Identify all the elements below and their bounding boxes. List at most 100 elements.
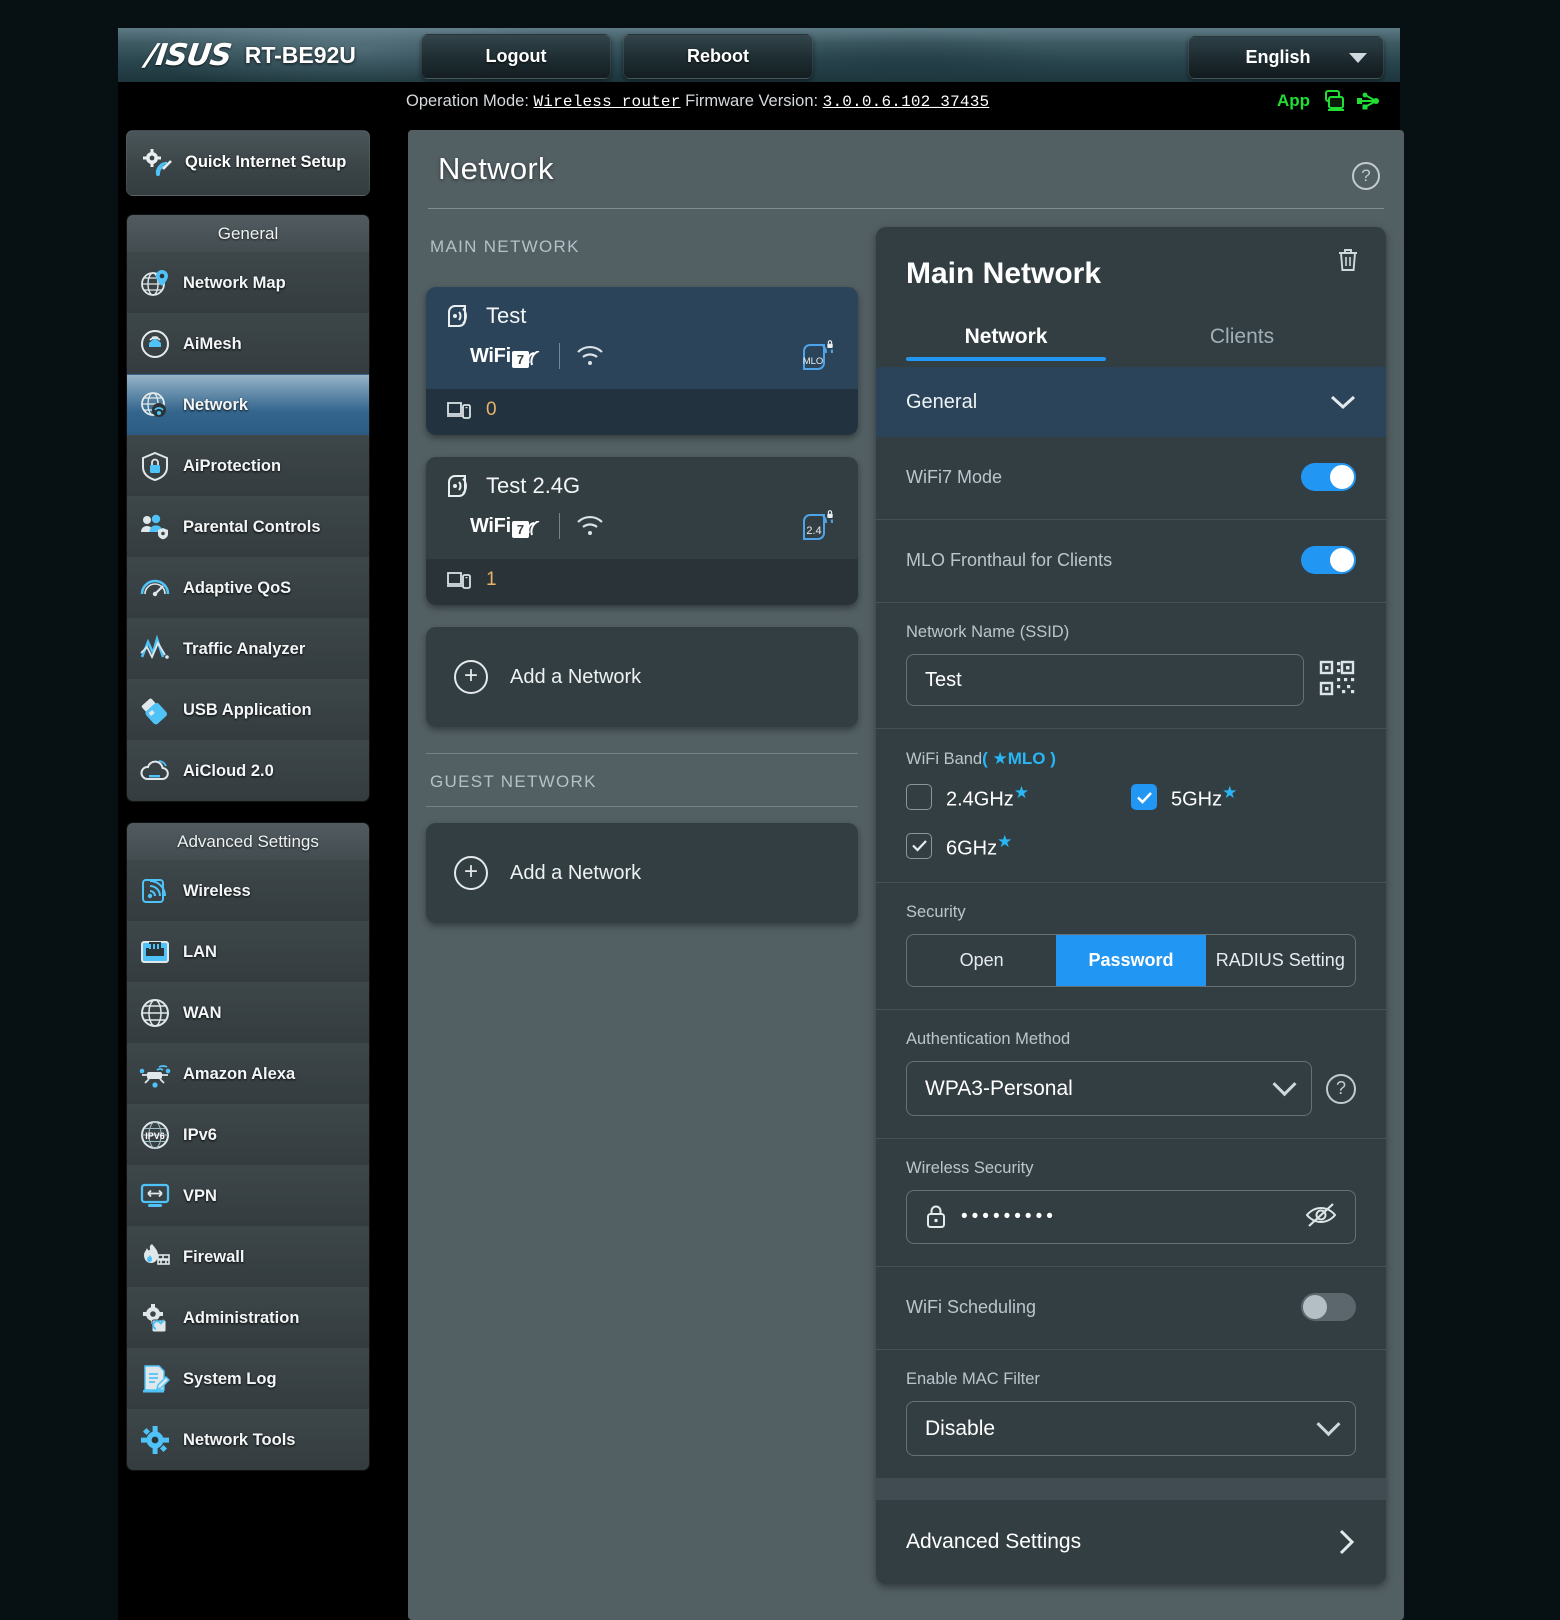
router-admin-page: /ISUS RT-BE92U Logout Reboot English Ope…: [0, 0, 1560, 1620]
ipv6-icon: IPV6: [141, 1121, 169, 1149]
sidebar-item-quick-internet-setup[interactable]: Quick Internet Setup: [126, 130, 370, 196]
usb-drive-icon: [141, 698, 167, 725]
network-card-24g[interactable]: Test 2.4G WiFi 7 2.4 1: [426, 457, 858, 605]
wifi7-mode-toggle[interactable]: [1301, 463, 1356, 491]
alexa-icon: [139, 1065, 171, 1088]
check-icon: [911, 840, 927, 853]
auth-method-help-icon[interactable]: ?: [1326, 1073, 1356, 1104]
sidebar-item-amazon-alexa[interactable]: Amazon Alexa: [127, 1043, 369, 1104]
tab-network[interactable]: Network: [906, 319, 1106, 361]
detail-panel-title: Main Network: [906, 257, 1102, 290]
row-ssid: Network Name (SSID) Test: [876, 603, 1386, 729]
app-shell: /ISUS RT-BE92U Logout Reboot English Ope…: [118, 28, 1404, 1620]
sidebar-item-system-log[interactable]: System Log: [127, 1348, 369, 1409]
add-network-label: Add a Network: [510, 665, 642, 688]
auth-method-value: WPA3-Personal: [925, 1076, 1073, 1100]
sidebar-item-usb-application[interactable]: USB Application: [127, 679, 369, 740]
connected-clients-icon: [447, 572, 471, 589]
sidebar-item-aimesh[interactable]: AiMesh: [127, 313, 369, 374]
wireless-icon: [142, 879, 167, 903]
chevron-down-icon: [1349, 52, 1367, 63]
client-count-value: 0: [486, 399, 497, 420]
sidebar-item-adaptive-qos[interactable]: Adaptive QoS: [127, 557, 369, 618]
sidebar-item-amazon-alexa-label: Amazon Alexa: [183, 1064, 296, 1083]
checkbox-5ghz[interactable]: [1131, 784, 1157, 811]
qr-code-button[interactable]: [1318, 659, 1356, 702]
sidebar-item-wireless[interactable]: Wireless: [127, 860, 369, 921]
sidebar-item-aiprotection[interactable]: AiProtection: [127, 435, 369, 496]
wifi-band-checkbox-grid: 2.4GHz★ 5GHz★ 6GHz★: [906, 783, 1356, 860]
logout-button[interactable]: Logout: [421, 34, 611, 79]
wifi-scheduling-toggle[interactable]: [1301, 1293, 1356, 1322]
band-item-5ghz[interactable]: 5GHz★: [1131, 783, 1356, 812]
router-model-name: RT-BE92U: [244, 42, 356, 68]
operation-info: Operation Mode: Wireless router Firmware…: [406, 92, 989, 111]
sidebar-item-ipv6[interactable]: IPV6 IPv6: [127, 1104, 369, 1165]
security-option-radius[interactable]: RADIUS Setting: [1206, 935, 1355, 986]
chevron-down-icon: [1316, 1412, 1341, 1437]
advanced-settings-row[interactable]: Advanced Settings: [876, 1500, 1386, 1584]
lock-icon: [927, 1205, 945, 1229]
reboot-button[interactable]: Reboot: [623, 34, 813, 79]
app-status-zone: App: [1277, 90, 1380, 112]
aimesh-icon: [141, 330, 169, 358]
tab-clients[interactable]: Clients: [1122, 319, 1362, 361]
toggle-knob: [1303, 1295, 1327, 1320]
auth-method-group: WPA3-Personal ?: [906, 1061, 1356, 1117]
network-card-top: Test WiFi 7 MLO: [426, 287, 858, 389]
sidebar-item-adaptive-qos-label: Adaptive QoS: [183, 578, 292, 597]
app-devices-icon[interactable]: [1320, 90, 1346, 112]
band-label-6ghz: 6GHz★: [946, 832, 1012, 861]
accordion-general[interactable]: General: [876, 367, 1386, 437]
sidebar-item-administration[interactable]: Administration: [127, 1287, 369, 1348]
sidebar-item-administration-label: Administration: [183, 1308, 300, 1327]
add-guest-network-button[interactable]: + Add a Network: [426, 823, 858, 923]
sidebar-item-vpn[interactable]: VPN: [127, 1165, 369, 1226]
toggle-password-visibility-button[interactable]: [1305, 1202, 1337, 1233]
sidebar-item-wan[interactable]: WAN: [127, 982, 369, 1043]
band-item-6ghz[interactable]: 6GHz★: [906, 832, 1131, 861]
sidebar-item-parental-controls[interactable]: Parental Controls: [127, 496, 369, 557]
mac-filter-value: Disable: [925, 1416, 996, 1440]
ssid-input[interactable]: Test: [906, 654, 1304, 706]
sidebar-item-network-tools-label: Network Tools: [183, 1430, 296, 1449]
sidebar-item-aicloud[interactable]: AiCloud 2.0: [127, 740, 369, 801]
auth-method-select[interactable]: WPA3-Personal: [906, 1061, 1312, 1117]
body-wrap: Quick Internet Setup General Network Map: [118, 124, 1404, 1620]
operation-mode-value[interactable]: Wireless router: [534, 93, 681, 111]
password-masked-value: •••••••••: [961, 1206, 1057, 1228]
usb-icon[interactable]: [1356, 90, 1380, 112]
network-detail-column: Main Network Network Clients General WiF…: [876, 227, 1386, 1585]
sidebar-item-lan[interactable]: LAN: [127, 921, 369, 982]
mlo-fronthaul-toggle[interactable]: [1301, 546, 1356, 574]
star-icon: ★: [1013, 783, 1030, 802]
wifi-signal-icon: [577, 515, 603, 535]
firmware-version-value[interactable]: 3.0.0.6.102_37435: [823, 93, 990, 111]
chevron-down-icon: [1272, 1072, 1297, 1097]
delete-network-button[interactable]: [1336, 247, 1360, 278]
plus-icon: +: [454, 856, 488, 890]
sidebar-item-network-tools[interactable]: Network Tools: [127, 1409, 369, 1470]
security-option-open[interactable]: Open: [907, 935, 1056, 986]
network-card-main[interactable]: Test WiFi 7 MLO 0: [426, 287, 858, 435]
sidebar-item-firewall[interactable]: Firewall: [127, 1226, 369, 1287]
trash-icon: [1339, 249, 1357, 271]
network-card-meta: WiFi 7: [446, 513, 838, 539]
chevron-right-icon: [1339, 1530, 1355, 1555]
network-card-name: Test: [486, 303, 527, 328]
gauge-icon: [140, 579, 170, 597]
mac-filter-select[interactable]: Disable: [906, 1401, 1356, 1457]
security-option-password[interactable]: Password: [1056, 935, 1206, 987]
sidebar-item-wireless-label: Wireless: [183, 881, 251, 900]
sidebar-item-traffic-analyzer[interactable]: Traffic Analyzer: [127, 618, 369, 679]
wireless-security-input[interactable]: •••••••••: [906, 1190, 1356, 1245]
language-selector[interactable]: English: [1188, 36, 1384, 79]
help-icon[interactable]: ?: [1352, 162, 1380, 190]
band-item-24ghz[interactable]: 2.4GHz★: [906, 783, 1131, 812]
checkbox-24ghz[interactable]: [906, 784, 932, 811]
add-main-network-button[interactable]: + Add a Network: [426, 627, 858, 727]
sidebar-item-network[interactable]: Network: [127, 374, 369, 435]
sidebar-item-network-map[interactable]: Network Map: [127, 252, 369, 313]
checkbox-6ghz[interactable]: [906, 832, 932, 859]
traffic-analyzer-icon: [140, 634, 169, 660]
